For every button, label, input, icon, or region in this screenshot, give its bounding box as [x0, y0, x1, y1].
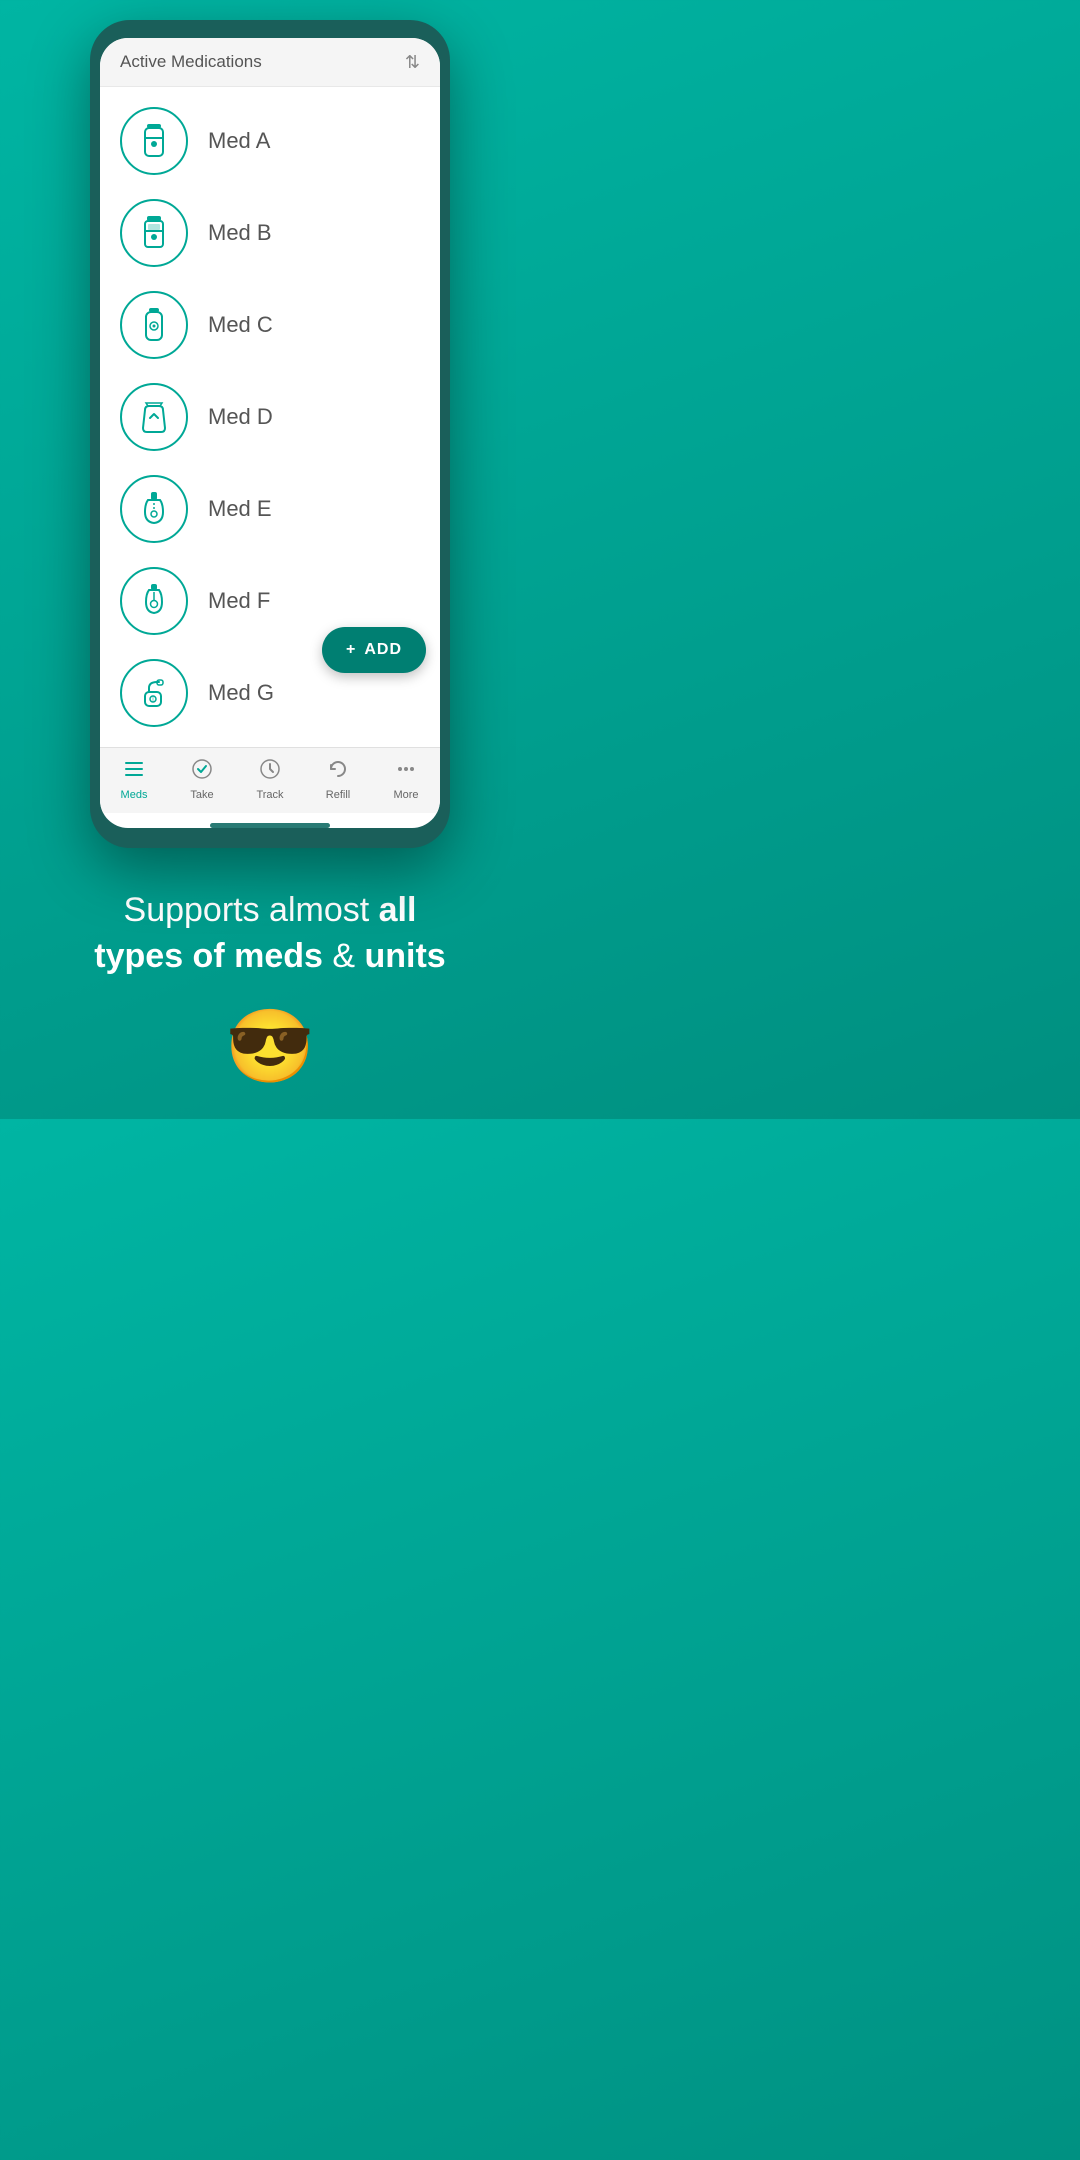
med-icon-f	[120, 567, 188, 635]
take-icon	[191, 758, 213, 786]
med-g-name: Med G	[208, 680, 274, 706]
med-g-svg	[135, 674, 173, 712]
meds-icon	[123, 758, 145, 786]
promo-bold1: all	[379, 891, 417, 929]
med-item-d[interactable]: Med D	[100, 371, 440, 463]
phone-wrapper: Active Medications ⇅ Med A	[90, 20, 450, 848]
track-icon	[259, 758, 281, 786]
app-header: Active Medications ⇅	[100, 38, 440, 87]
sort-icon[interactable]: ⇅	[405, 53, 420, 71]
med-item-c[interactable]: Med C	[100, 279, 440, 371]
promo-section: Supports almost all types of meds & unit…	[64, 848, 475, 1119]
med-item-e[interactable]: Med E	[100, 463, 440, 555]
med-e-svg	[135, 490, 173, 528]
refill-icon	[327, 758, 349, 786]
tab-meds[interactable]: Meds	[106, 758, 162, 801]
med-item-b[interactable]: Med B	[100, 187, 440, 279]
bottom-navigation: Meds Take	[100, 747, 440, 813]
med-a-name: Med A	[208, 128, 270, 154]
med-f-name: Med F	[208, 588, 270, 614]
tab-take-label: Take	[190, 789, 213, 801]
med-icon-b	[120, 199, 188, 267]
med-c-name: Med C	[208, 312, 273, 338]
promo-amp: &	[323, 937, 365, 975]
home-bar	[210, 823, 330, 828]
tab-track-label: Track	[256, 789, 283, 801]
med-icon-d	[120, 383, 188, 451]
more-icon	[395, 758, 417, 786]
header-title: Active Medications	[120, 52, 262, 72]
tab-refill[interactable]: Refill	[310, 758, 366, 801]
med-d-name: Med D	[208, 404, 273, 430]
promo-text: Supports almost all types of meds & unit…	[94, 888, 445, 980]
tab-take[interactable]: Take	[174, 758, 230, 801]
med-c-svg	[135, 306, 173, 344]
add-label: ADD	[364, 641, 402, 659]
med-b-name: Med B	[208, 220, 272, 246]
tab-more-label: More	[393, 789, 418, 801]
promo-line1: Supports almost	[124, 891, 379, 929]
tab-more[interactable]: More	[378, 758, 434, 801]
tab-track[interactable]: Track	[242, 758, 298, 801]
promo-emoji: 😎	[94, 1004, 445, 1089]
add-button[interactable]: + ADD	[322, 627, 426, 673]
med-a-svg	[135, 122, 173, 160]
med-icon-g	[120, 659, 188, 727]
med-item-a[interactable]: Med A	[100, 95, 440, 187]
med-f-svg	[135, 582, 173, 620]
phone-screen: Active Medications ⇅ Med A	[100, 38, 440, 828]
med-e-name: Med E	[208, 496, 272, 522]
med-b-svg	[135, 214, 173, 252]
phone-shell: Active Medications ⇅ Med A	[90, 20, 450, 848]
promo-bold-types: types of meds	[94, 937, 323, 975]
med-icon-a	[120, 107, 188, 175]
med-icon-e	[120, 475, 188, 543]
med-d-svg	[135, 398, 173, 436]
tab-refill-label: Refill	[326, 789, 350, 801]
promo-bold-units: units	[364, 937, 445, 975]
tab-meds-label: Meds	[121, 789, 148, 801]
add-plus: +	[346, 641, 356, 659]
med-icon-c	[120, 291, 188, 359]
